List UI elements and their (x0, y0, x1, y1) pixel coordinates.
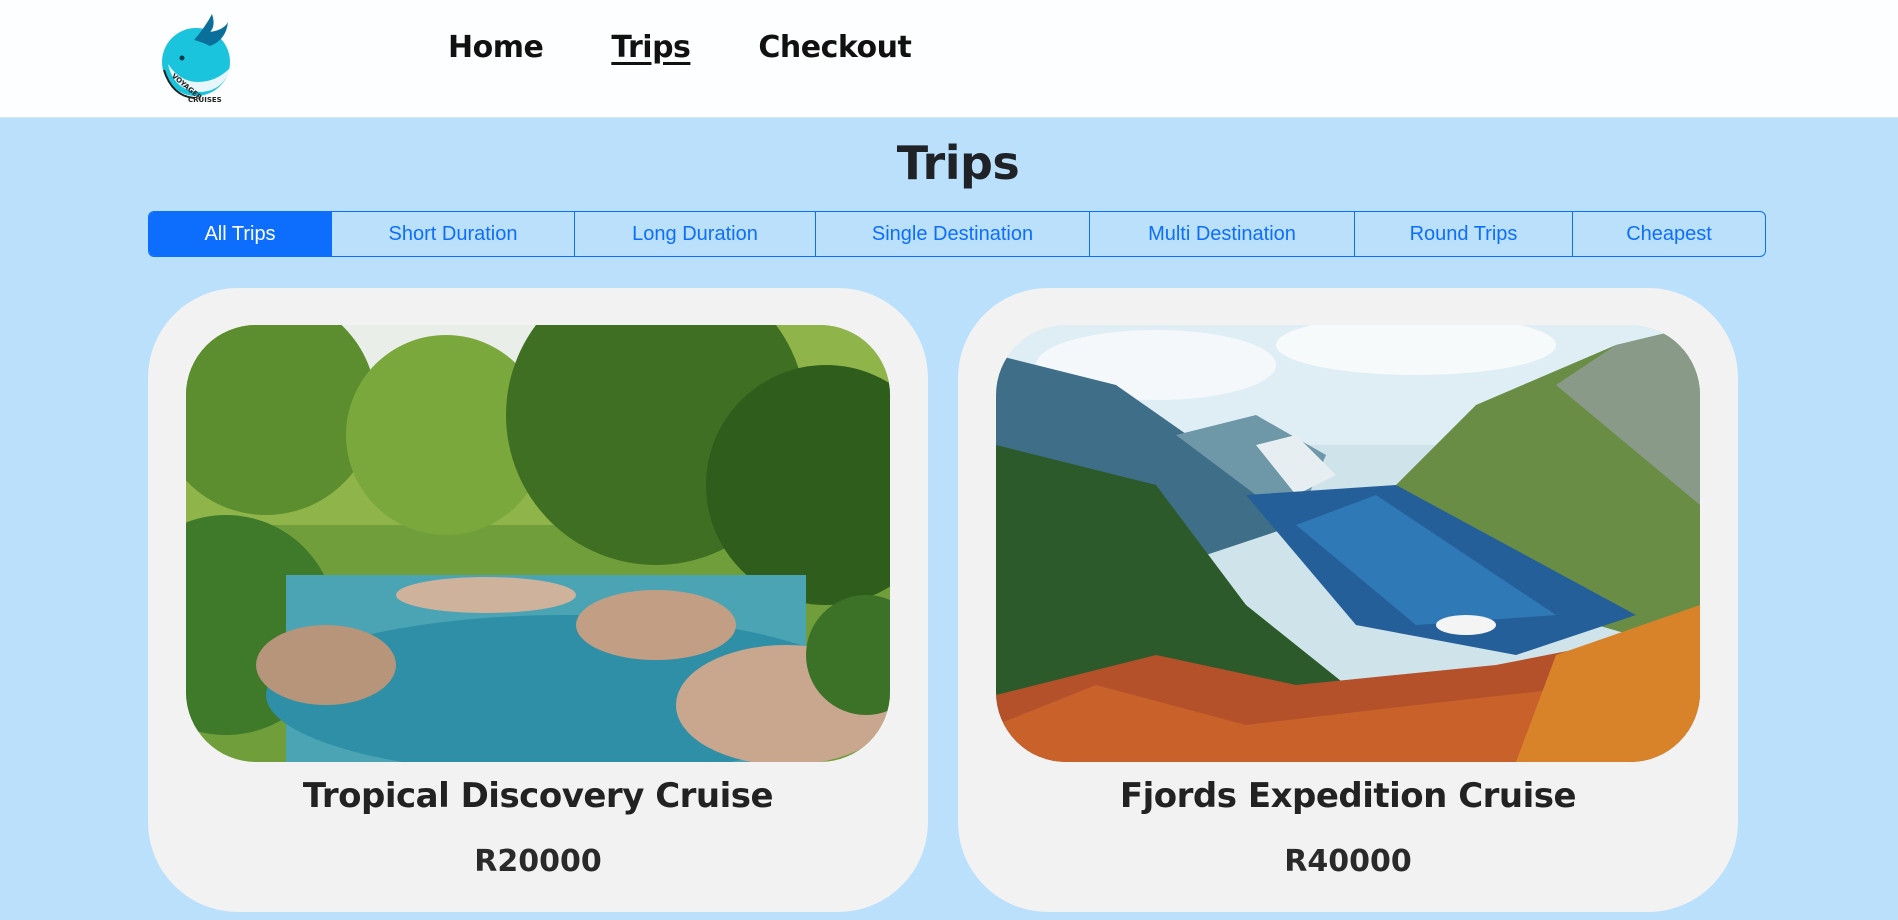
nav-trips-link[interactable]: Trips (611, 30, 691, 65)
voyager-cruises-logo[interactable]: VOYAGER CRUISES (154, 12, 238, 104)
filter-long-duration-button[interactable]: Long Duration (575, 212, 816, 256)
svg-text:CRUISES: CRUISES (188, 96, 222, 104)
trip-price: R40000 (1284, 844, 1412, 879)
filter-cheapest-button[interactable]: Cheapest (1573, 212, 1765, 256)
filter-short-duration-button[interactable]: Short Duration (332, 212, 575, 256)
nav-checkout-link[interactable]: Checkout (758, 30, 911, 65)
trip-filter-group: All Trips Short Duration Long Duration S… (148, 211, 1766, 257)
page-title: Trips (896, 136, 1020, 190)
main-nav: Home Trips Checkout (448, 30, 979, 65)
tropical-lagoon-image (186, 325, 890, 762)
filter-multi-destination-button[interactable]: Multi Destination (1090, 212, 1355, 256)
filter-all-trips-button[interactable]: All Trips (149, 212, 332, 256)
filter-single-destination-button[interactable]: Single Destination (816, 212, 1090, 256)
nav-home-link[interactable]: Home (448, 30, 544, 65)
trip-card[interactable]: Fjords Expedition Cruise R40000 (958, 288, 1738, 912)
site-header: VOYAGER CRUISES Home Trips Checkout (0, 0, 1898, 118)
fjord-landscape-image (996, 325, 1700, 762)
trip-card[interactable]: Tropical Discovery Cruise R20000 (148, 288, 928, 912)
trip-name: Tropical Discovery Cruise (302, 776, 774, 816)
trip-price: R20000 (474, 844, 602, 879)
trip-name: Fjords Expedition Cruise (1119, 776, 1577, 816)
filter-round-trips-button[interactable]: Round Trips (1355, 212, 1573, 256)
